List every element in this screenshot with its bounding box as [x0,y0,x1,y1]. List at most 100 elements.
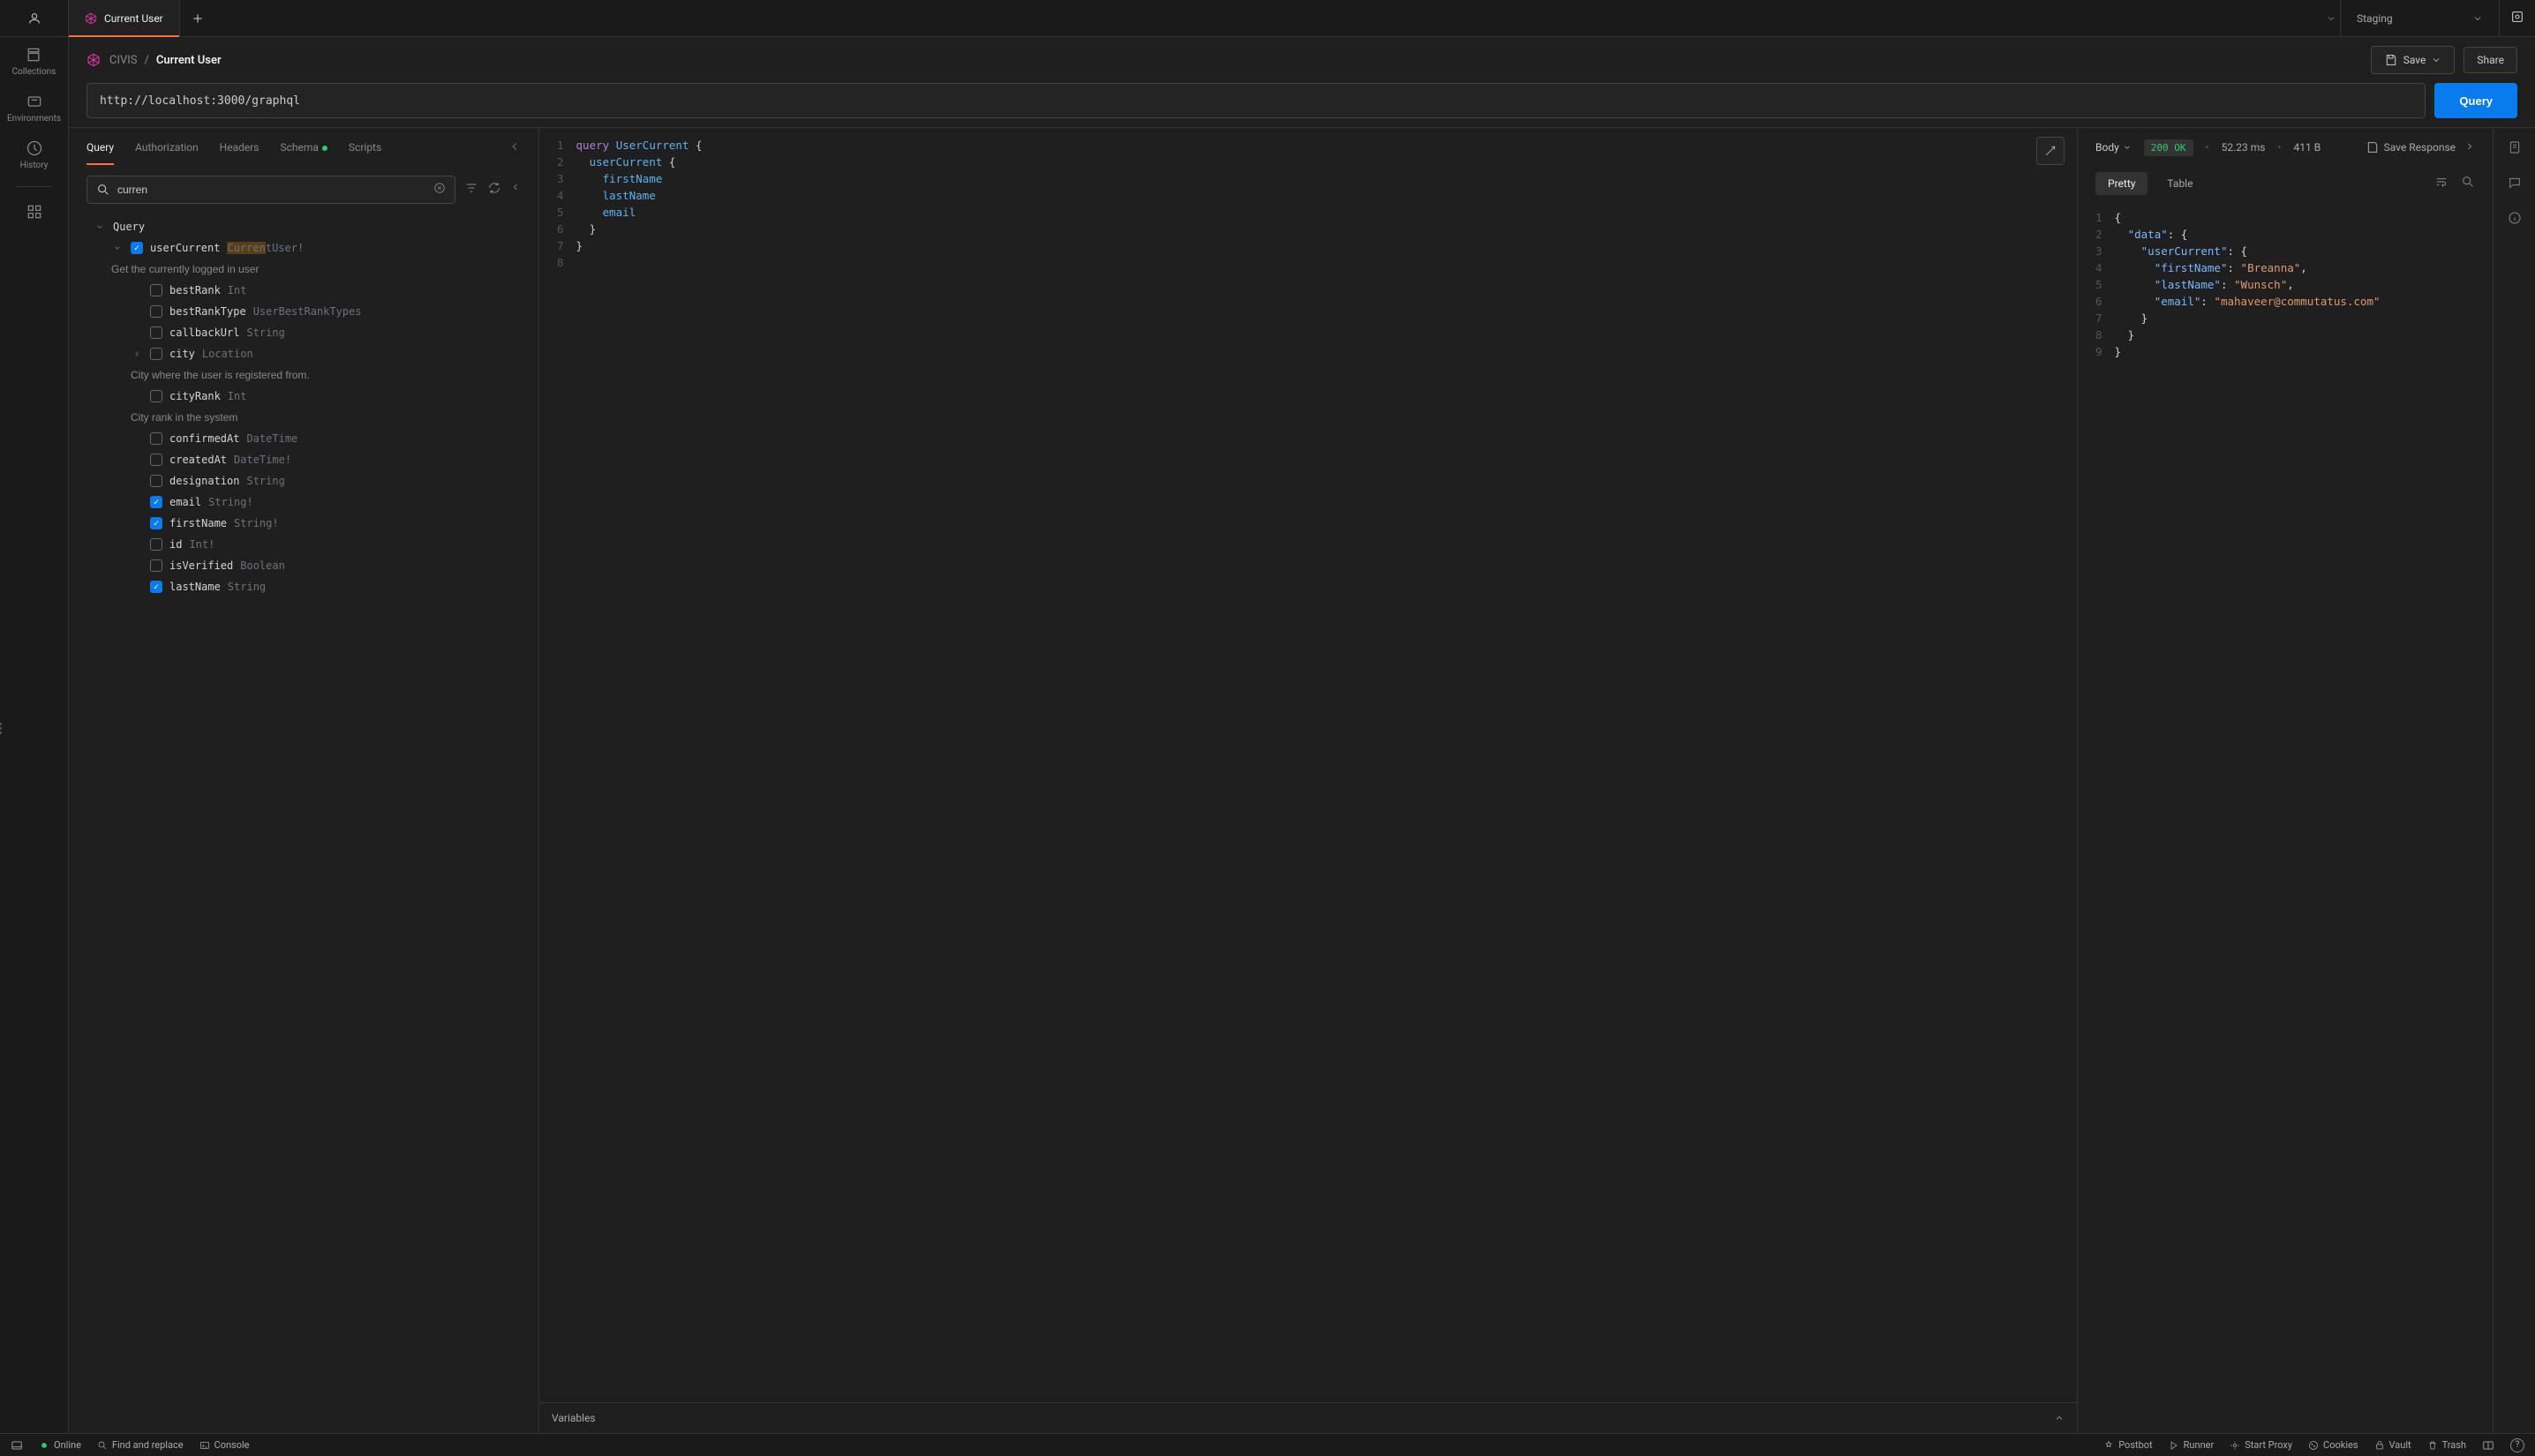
tree-field-confirmedAt[interactable]: confirmedAt DateTime [69,428,538,449]
footer-online[interactable]: Online [39,1439,81,1451]
schema-tree: Query userCurrent CurrentUser! Get the c… [69,213,538,1433]
tree-field-createdAt[interactable]: createdAt DateTime! [69,449,538,470]
tree-field-callbackUrl[interactable]: callbackUrl String [69,322,538,343]
checkbox[interactable] [150,326,162,339]
variables-icon[interactable] [2510,10,2524,27]
response-tab-pretty[interactable]: Pretty [2095,172,2148,195]
sidebar-history[interactable]: History [20,139,49,170]
chevron-down-icon [2123,143,2132,152]
tree-field-firstName[interactable]: firstName String! [69,513,538,534]
search-response-icon[interactable] [2461,175,2475,192]
chevron-down-icon [113,244,122,252]
graphql-icon [87,53,101,67]
request-tab[interactable]: Current User [69,0,180,36]
clear-search-icon[interactable] [433,182,446,198]
tree-field-designation[interactable]: designation String [69,470,538,492]
tab-schema[interactable]: Schema [280,141,327,154]
tree-field-city[interactable]: city Location [69,343,538,364]
share-button[interactable]: Share [2464,47,2517,73]
footer-layout-icon[interactable] [2482,1439,2494,1452]
tab-query[interactable]: Query [87,141,114,154]
footer-runner[interactable]: Runner [2169,1439,2215,1451]
schema-search-input[interactable] [117,184,426,196]
sidebar-collections[interactable]: Collections [12,46,56,77]
sidebar-environments[interactable]: Environments [7,93,61,124]
prettify-button[interactable] [2036,137,2065,165]
breadcrumb-workspace[interactable]: CIVIS [109,54,138,67]
checkbox[interactable] [150,517,162,529]
breadcrumb-current: Current User [156,54,222,67]
checkbox[interactable] [150,581,162,593]
checkbox[interactable] [150,559,162,572]
tree-field-isVerified[interactable]: isVerified Boolean [69,555,538,576]
tab-label: Current User [104,12,163,25]
new-tab-button[interactable] [180,0,215,36]
save-button[interactable]: Save [2371,46,2456,74]
checkbox[interactable] [150,496,162,508]
tree-field-id[interactable]: id Int! [69,534,538,555]
environment-label: Staging [2357,12,2393,25]
checkbox[interactable] [150,305,162,318]
tab-overflow-button[interactable] [2322,0,2340,36]
wand-icon [2043,144,2057,158]
info-icon[interactable] [2508,211,2522,229]
tree-field-bestRankType[interactable]: bestRankType UserBestRankTypes [69,301,538,322]
resize-handle[interactable] [0,715,4,741]
footer-proxy[interactable]: Start Proxy [2230,1439,2292,1451]
sidebar-grid[interactable] [26,203,43,221]
breadcrumb: CIVIS / Current User [109,54,222,67]
tab-scripts[interactable]: Scripts [349,141,381,154]
send-query-button[interactable]: Query [2434,83,2517,118]
response-body[interactable]: 123456789 { "data": { "userCurrent": { "… [2078,200,2493,1433]
url-input[interactable] [87,83,2426,118]
checkbox[interactable] [150,284,162,296]
footer-postbot[interactable]: Postbot [2103,1439,2152,1451]
footer-find[interactable]: Find and replace [97,1439,184,1451]
response-status: 200 OK [2144,139,2193,156]
refresh-schema-icon[interactable] [487,181,501,199]
footer-panel-icon[interactable] [11,1439,23,1452]
sidebar-label: History [20,161,49,170]
query-editor[interactable]: 12345678 query UserCurrent { userCurrent… [539,128,2077,1402]
checkbox[interactable] [150,432,162,445]
footer-help[interactable]: ? [2510,1438,2524,1452]
collections-icon [25,46,42,64]
checkbox[interactable] [150,390,162,402]
tree-field-email[interactable]: email String! [69,492,538,513]
account-icon[interactable] [0,0,69,36]
footer-console[interactable]: Console [199,1439,250,1451]
sidebar-label: Collections [12,67,56,77]
tree-field-lastName[interactable]: lastName String [69,576,538,597]
checkbox[interactable] [131,242,143,254]
comments-icon[interactable] [2508,176,2522,193]
footer-trash[interactable]: Trash [2427,1439,2466,1451]
chevron-up-icon [2054,1413,2065,1423]
docs-icon[interactable] [2508,140,2522,158]
chevron-right-icon[interactable] [2464,141,2475,154]
tree-root-query[interactable]: Query [69,216,538,237]
collapse-panel-icon[interactable] [510,181,521,199]
wrap-lines-icon[interactable] [2434,175,2448,192]
variables-toggle[interactable]: Variables [539,1402,2077,1433]
tree-usercurrent[interactable]: userCurrent CurrentUser! [69,237,538,259]
graphql-icon [85,12,97,25]
checkbox[interactable] [150,538,162,551]
footer-cookies[interactable]: Cookies [2308,1439,2358,1451]
tab-authorization[interactable]: Authorization [135,141,199,154]
search-input-wrap [87,176,455,204]
checkbox[interactable] [150,454,162,466]
filter-tree-icon[interactable] [464,181,478,199]
environments-icon [26,93,43,110]
tab-headers[interactable]: Headers [220,141,260,154]
tree-field-cityRank[interactable]: cityRank Int [69,386,538,407]
tree-field-bestRank[interactable]: bestRank Int [69,280,538,301]
response-tab-table[interactable]: Table [2155,172,2205,195]
response-body-dropdown[interactable]: Body [2095,141,2132,154]
chevron-left-icon[interactable] [508,140,521,155]
environment-selector[interactable]: Staging [2340,0,2499,36]
checkbox[interactable] [150,348,162,360]
footer-vault[interactable]: Vault [2374,1439,2411,1451]
checkbox[interactable] [150,475,162,487]
history-icon [26,139,43,157]
save-response-button[interactable]: Save Response [2366,140,2456,154]
